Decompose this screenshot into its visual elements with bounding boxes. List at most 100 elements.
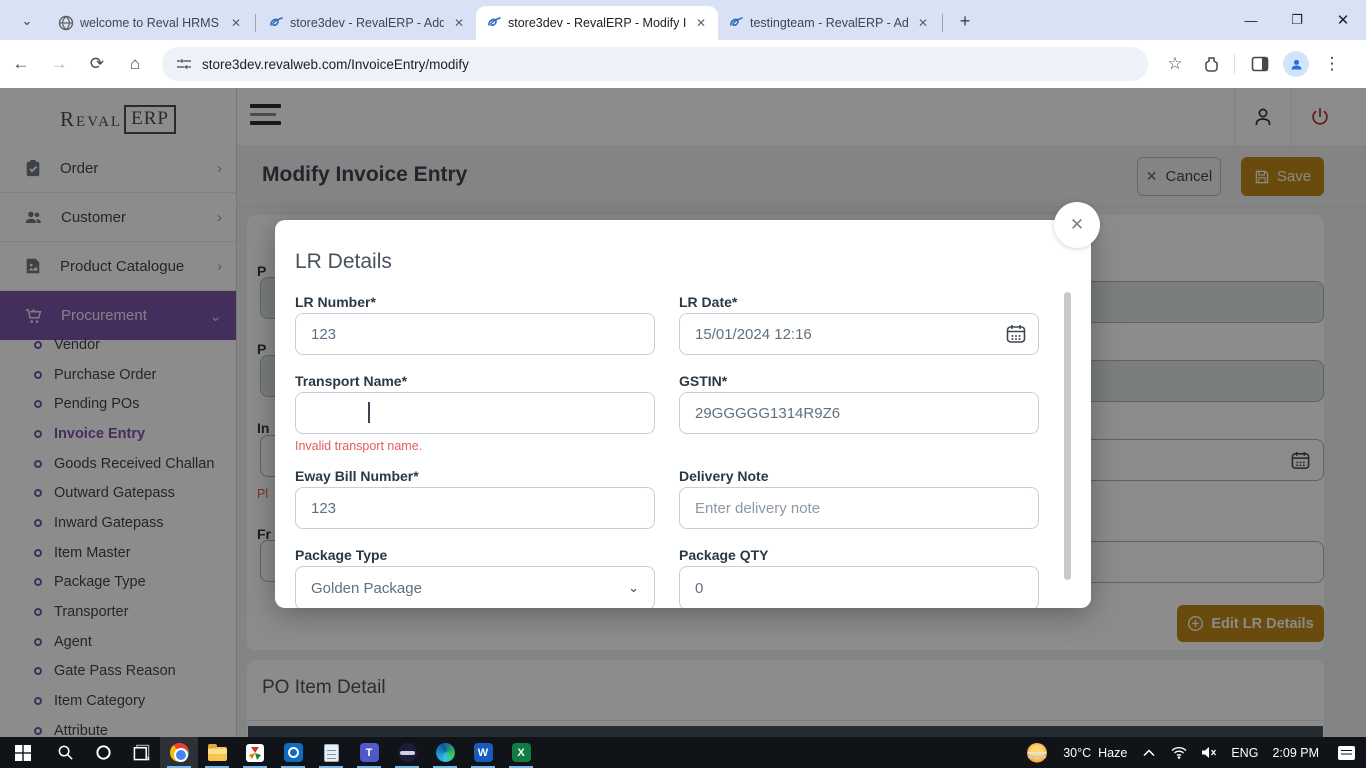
window-controls: — ❐ ✕ xyxy=(1228,0,1366,40)
delivery-note-input[interactable] xyxy=(679,487,1039,529)
wifi-icon[interactable] xyxy=(1164,737,1194,768)
tab-title: welcome to Reval HRMS xyxy=(80,16,221,30)
lr-date-field xyxy=(679,313,1039,355)
eway-bill-label: Eway Bill Number* xyxy=(295,468,419,484)
home-button[interactable]: ⌂ xyxy=(118,47,152,81)
revalerp-favicon xyxy=(268,15,284,31)
bookmark-star-icon[interactable]: ☆ xyxy=(1158,47,1192,81)
transport-name-field xyxy=(295,392,655,434)
gstin-input[interactable] xyxy=(679,392,1039,434)
package-qty-input[interactable] xyxy=(679,566,1039,608)
volume-muted-icon[interactable] xyxy=(1194,737,1224,768)
modal-title: LR Details xyxy=(295,250,392,274)
browser-tab-3-active[interactable]: store3dev - RevalERP - Modify I ✕ xyxy=(476,6,718,40)
browser-tab-strip: ⌄ welcome to Reval HRMS ✕ store3dev - Re… xyxy=(0,0,1366,40)
action-center-icon[interactable] xyxy=(1326,737,1366,768)
teams-icon: T xyxy=(360,743,379,762)
tab-close-icon[interactable]: ✕ xyxy=(227,14,245,32)
start-button[interactable] xyxy=(0,737,46,768)
taskbar-eclipse-icon[interactable] xyxy=(388,737,426,768)
browser-toolbar: ← → ⟳ ⌂ store3dev.revalweb.com/InvoiceEn… xyxy=(0,40,1366,88)
taskbar-word-icon[interactable]: W xyxy=(464,737,502,768)
gstin-label: GSTIN* xyxy=(679,373,727,389)
window-restore-button[interactable]: ❐ xyxy=(1274,0,1320,40)
profile-avatar[interactable] xyxy=(1279,47,1313,81)
url-text: store3dev.revalweb.com/InvoiceEntry/modi… xyxy=(202,57,469,72)
forward-button[interactable]: → xyxy=(42,47,76,81)
task-view-button[interactable] xyxy=(122,737,160,768)
modal-scrollbar[interactable] xyxy=(1064,292,1071,580)
tab-divider xyxy=(942,14,943,32)
text-cursor xyxy=(368,402,370,423)
taskbar-file-explorer-icon[interactable] xyxy=(198,737,236,768)
tray-chevron-up-icon[interactable] xyxy=(1134,737,1164,768)
tab-close-icon[interactable]: ✕ xyxy=(914,14,932,32)
package-type-select[interactable]: Golden Package ⌄ xyxy=(295,566,655,608)
site-settings-icon[interactable] xyxy=(176,56,192,72)
tab-close-icon[interactable]: ✕ xyxy=(692,14,710,32)
transport-name-label: Transport Name* xyxy=(295,373,407,389)
screen: ⌄ welcome to Reval HRMS ✕ store3dev - Re… xyxy=(0,0,1366,768)
tab-title: testingteam - RevalERP - Add V xyxy=(750,16,908,30)
edge-icon xyxy=(436,743,455,762)
browser-menu-icon[interactable]: ⋮ xyxy=(1315,47,1349,81)
extension-icon[interactable] xyxy=(1194,47,1228,81)
outlook-icon xyxy=(284,743,303,762)
back-button[interactable]: ← xyxy=(4,47,38,81)
notification-icon xyxy=(1338,746,1355,760)
transport-name-input[interactable] xyxy=(295,392,655,434)
delivery-note-label: Delivery Note xyxy=(679,468,768,484)
taskbar-outlook-icon[interactable] xyxy=(274,737,312,768)
cortana-icon xyxy=(95,744,112,761)
sun-haze-icon xyxy=(1027,743,1047,763)
eclipse-icon xyxy=(398,743,417,762)
window-close-button[interactable]: ✕ xyxy=(1320,0,1366,40)
tab-divider xyxy=(255,14,256,32)
package-type-value: Golden Package xyxy=(311,580,422,597)
taskbar-excel-icon[interactable]: X xyxy=(502,737,540,768)
package-type-label: Package Type xyxy=(295,547,387,563)
modal-content: LR Details LR Number* LR Date* Transport… xyxy=(275,220,1091,608)
browser-tab-2[interactable]: store3dev - RevalERP - Add Inv ✕ xyxy=(258,6,476,40)
window-minimize-button[interactable]: — xyxy=(1228,0,1274,40)
eway-bill-input[interactable] xyxy=(295,487,655,529)
lr-date-label: LR Date* xyxy=(679,294,737,310)
taskbar-notepad-icon[interactable] xyxy=(312,737,350,768)
lr-number-label: LR Number* xyxy=(295,294,376,310)
taskbar-pinwheel-app-icon[interactable] xyxy=(236,737,274,768)
lr-number-input[interactable] xyxy=(295,313,655,355)
cortana-button[interactable] xyxy=(84,737,122,768)
taskbar-teams-icon[interactable]: T xyxy=(350,737,388,768)
tab-title: store3dev - RevalERP - Modify I xyxy=(508,16,686,30)
windows-taskbar: T W X 30°C Haze ENG 2:09 PM xyxy=(0,737,1366,768)
weather-condition[interactable]: Haze xyxy=(1098,746,1134,760)
lr-date-input[interactable] xyxy=(679,313,1039,355)
browser-tab-1[interactable]: welcome to Reval HRMS ✕ xyxy=(48,6,253,40)
reload-button[interactable]: ⟳ xyxy=(80,47,114,81)
modal-close-button[interactable]: ✕ xyxy=(1054,202,1100,248)
taskbar-chrome-icon[interactable] xyxy=(160,737,198,768)
package-qty-label: Package QTY xyxy=(679,547,769,563)
chrome-icon xyxy=(170,743,189,762)
lr-details-modal: LR Details LR Number* LR Date* Transport… xyxy=(275,220,1091,608)
browser-tab-4[interactable]: testingteam - RevalERP - Add V ✕ xyxy=(718,6,940,40)
taskbar-search-button[interactable] xyxy=(46,737,84,768)
address-bar[interactable]: store3dev.revalweb.com/InvoiceEntry/modi… xyxy=(162,47,1148,81)
taskbar-edge-icon[interactable] xyxy=(426,737,464,768)
weather-temperature[interactable]: 30°C xyxy=(1056,746,1098,760)
new-tab-button[interactable]: + xyxy=(951,7,979,35)
revalerp-favicon xyxy=(486,15,502,31)
calendar-icon[interactable] xyxy=(1005,323,1027,350)
toolbar-right: ☆ ⋮ xyxy=(1156,47,1349,81)
weather-icon[interactable] xyxy=(1018,737,1056,768)
tab-close-icon[interactable]: ✕ xyxy=(450,14,468,32)
side-panel-icon[interactable] xyxy=(1243,47,1277,81)
tab-list-chevron-icon[interactable]: ⌄ xyxy=(10,7,44,35)
clock[interactable]: 2:09 PM xyxy=(1265,746,1326,760)
pinwheel-icon xyxy=(246,744,264,762)
language-indicator[interactable]: ENG xyxy=(1224,746,1265,760)
excel-icon: X xyxy=(512,743,531,762)
word-icon: W xyxy=(474,743,493,762)
tab-title: store3dev - RevalERP - Add Inv xyxy=(290,16,444,30)
chevron-down-icon: ⌄ xyxy=(628,580,639,596)
